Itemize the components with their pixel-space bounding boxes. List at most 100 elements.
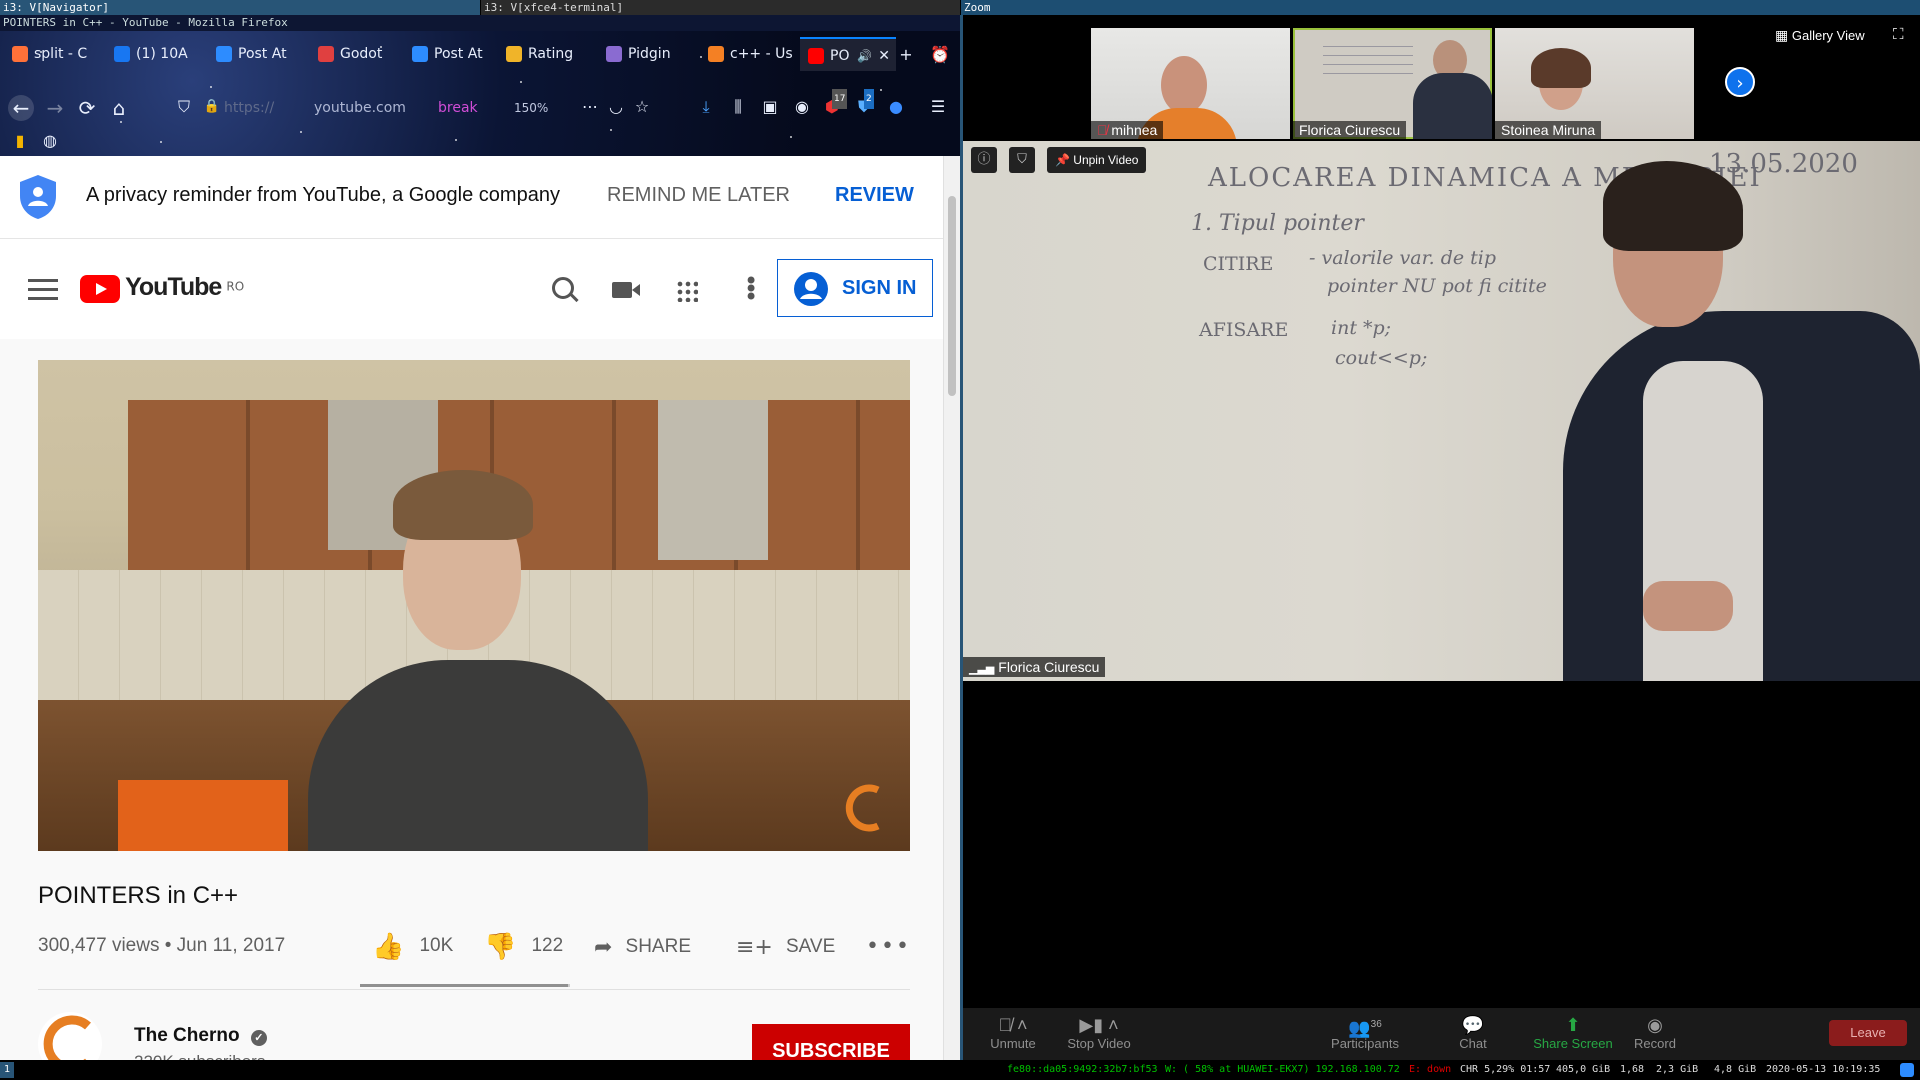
search-icon[interactable] xyxy=(552,277,580,305)
tab-close-icon[interactable]: ✕ xyxy=(878,39,890,71)
ublock-icon[interactable]: ⬢ 17 xyxy=(822,89,848,117)
tab-label: c++ - Us xyxy=(730,46,792,62)
status-datetime: 2020-05-13 10:19:35 xyxy=(1766,1064,1881,1075)
like-button[interactable]: 👍 10K xyxy=(372,932,453,966)
next-page-button[interactable]: › xyxy=(1725,67,1755,97)
video-player[interactable] xyxy=(38,360,910,851)
browser-tab[interactable]: Godot xyxy=(310,37,402,71)
page-content: A privacy reminder from YouTube, a Googl… xyxy=(0,156,943,1060)
remind-later-button[interactable]: REMIND ME LATER xyxy=(607,184,790,207)
new-tab-button[interactable]: + xyxy=(896,45,916,65)
main-speaker-name: ▁▃▅ Florica Ciurescu xyxy=(963,657,1106,677)
i3-title-terminal[interactable]: i3: V[xfce4-terminal] xyxy=(481,0,960,15)
page-scrollbar[interactable] xyxy=(943,156,960,1060)
fullscreen-icon[interactable]: ⛶ xyxy=(1893,25,1904,43)
apps-grid-icon[interactable] xyxy=(676,280,698,302)
chat-button[interactable]: 💬 Chat xyxy=(1433,1014,1513,1051)
whiteboard-date: 13.05.2020 xyxy=(1709,149,1858,179)
account-icon[interactable]: ◉ xyxy=(792,97,812,117)
menu-hamburger-icon[interactable]: ☰ xyxy=(928,97,948,117)
alarm-icon[interactable]: ⏰ xyxy=(930,45,950,65)
more-vert-icon[interactable]: • • • xyxy=(744,269,758,309)
sign-in-button[interactable]: SIGN IN xyxy=(777,259,933,317)
participant-thumb-stoinea[interactable]: Stoinea Miruna xyxy=(1495,28,1694,139)
dislike-button[interactable]: 👎 122 xyxy=(484,932,563,966)
whiteboard-afisare: AFISARE xyxy=(1199,319,1289,341)
channel-name[interactable]: The Cherno ✓ xyxy=(134,1025,267,1047)
extension-shield-icon[interactable]: ⛊ 2 xyxy=(854,89,874,117)
bookmark-chart-icon[interactable]: ▮ xyxy=(10,131,30,151)
share-icon: ➦ xyxy=(594,935,613,960)
participant-thumb-florica[interactable]: Florica Ciurescu xyxy=(1293,28,1492,139)
browser-tab[interactable]: Post At xyxy=(208,37,300,71)
tab-favicon-icon xyxy=(506,46,522,62)
thumb-name-mihnea: 🎙̸ mihnea xyxy=(1091,121,1164,139)
browser-tab[interactable]: Rating xyxy=(498,37,590,71)
tab-favicon-icon xyxy=(412,46,428,62)
channel-avatar[interactable] xyxy=(38,1012,102,1060)
download-icon[interactable]: ⤓ xyxy=(696,97,716,117)
firefox-window-title: POINTERS in C++ - YouTube - Mozilla Fire… xyxy=(0,15,960,31)
scrollbar-thumb[interactable] xyxy=(948,196,956,396)
i3-title-navigator[interactable]: i3: V[Navigator] xyxy=(0,0,480,15)
main-video[interactable]: ALOCAREA DINAMICA A MEMORIEI 13.05.2020 … xyxy=(963,141,1920,681)
tray-icon[interactable] xyxy=(1900,1063,1914,1077)
browser-tab[interactable]: Pidgin xyxy=(598,37,690,71)
browser-tab[interactable]: (1) 10A xyxy=(106,37,198,71)
tab-audio-icon[interactable]: 🔊 xyxy=(857,39,872,71)
bookmark-github-icon[interactable]: ◍ xyxy=(40,131,60,151)
participants-button[interactable]: 👥36 Participants xyxy=(1315,1014,1415,1051)
home-button[interactable]: ⌂ xyxy=(106,95,132,121)
privacy-text: A privacy reminder from YouTube, a Googl… xyxy=(86,184,560,206)
participant-thumb-mihnea[interactable]: 🎙̸ mihnea xyxy=(1091,28,1290,139)
create-video-icon[interactable] xyxy=(612,282,640,298)
guide-menu-icon[interactable] xyxy=(28,279,58,301)
gallery-view-label: Gallery View xyxy=(1791,28,1865,43)
tab-favicon-icon xyxy=(808,48,824,64)
pocket-icon[interactable]: ◡ xyxy=(606,97,626,117)
encryption-shield-icon[interactable]: ⛉ xyxy=(1009,147,1035,173)
browser-tab[interactable]: c++ - Us xyxy=(700,37,792,71)
like-count: 10K xyxy=(419,935,454,956)
whiteboard-line2: - valorile var. de tip xyxy=(1309,247,1497,269)
leave-button[interactable]: Leave xyxy=(1829,1020,1907,1046)
zoom-level[interactable]: 150% xyxy=(514,93,548,123)
sentiment-bar xyxy=(360,984,570,987)
info-button[interactable]: ⓘ xyxy=(971,147,997,173)
share-button[interactable]: ➦ SHARE xyxy=(594,935,691,960)
page-actions-icon[interactable]: ⋯ xyxy=(580,97,600,117)
unmute-button[interactable]: 🎙̸ ˄ Unmute xyxy=(973,1014,1053,1051)
library-icon[interactable]: ⫼ xyxy=(728,97,748,117)
thumb-whiteboard-lines xyxy=(1323,38,1413,78)
save-button[interactable]: ≡+ SAVE xyxy=(736,935,835,960)
bookmark-star-icon[interactable]: ☆ xyxy=(632,97,652,117)
sidebar-icon[interactable]: ▣ xyxy=(760,97,780,117)
firefox-toolbar: split - C (1) 10A Post At Godot Post At Ratin… xyxy=(0,31,960,156)
reload-button[interactable]: ⟳ xyxy=(74,95,100,121)
signal-bars-icon: ▁▃▅ xyxy=(969,663,995,675)
review-button[interactable]: REVIEW xyxy=(835,184,914,207)
chat-icon: 💬 xyxy=(1461,1015,1485,1035)
url-bar[interactable]: https:// youtube.com break 150% xyxy=(174,93,564,123)
thumb-cardigan xyxy=(1413,73,1492,139)
extension-blue-icon[interactable]: ● xyxy=(886,97,906,117)
workspace-button[interactable]: 1 xyxy=(0,1062,14,1078)
forward-button[interactable]: → xyxy=(42,95,68,121)
status-mem2: 4,8 GiB xyxy=(1714,1064,1757,1075)
share-screen-button[interactable]: ⬆ Share Screen xyxy=(1525,1014,1621,1051)
subscribe-button[interactable]: SUBSCRIBE xyxy=(752,1024,910,1060)
youtube-logo[interactable]: YouTube RO xyxy=(80,273,244,305)
i3-title-zoom[interactable]: Zoom xyxy=(961,0,1920,15)
unpin-video-button[interactable]: 📌 Unpin Video xyxy=(1047,147,1147,173)
account-circle-icon xyxy=(794,272,828,306)
browser-tab[interactable]: Post At xyxy=(404,37,496,71)
record-button[interactable]: ◉ Record xyxy=(1615,1014,1695,1051)
gallery-view-button[interactable]: ▦ Gallery View xyxy=(1775,27,1865,44)
browser-tab[interactable]: split - C xyxy=(4,37,96,71)
browser-tab[interactable]: PO 🔊 ✕ xyxy=(800,37,896,71)
frosted-cabinet-2 xyxy=(658,400,768,560)
stop-video-button[interactable]: ▶▮ ˄ Stop Video xyxy=(1059,1014,1139,1051)
back-button[interactable]: ← xyxy=(8,95,34,121)
more-actions-icon[interactable]: ••• xyxy=(866,934,911,959)
privacy-banner: A privacy reminder from YouTube, a Googl… xyxy=(0,156,943,239)
